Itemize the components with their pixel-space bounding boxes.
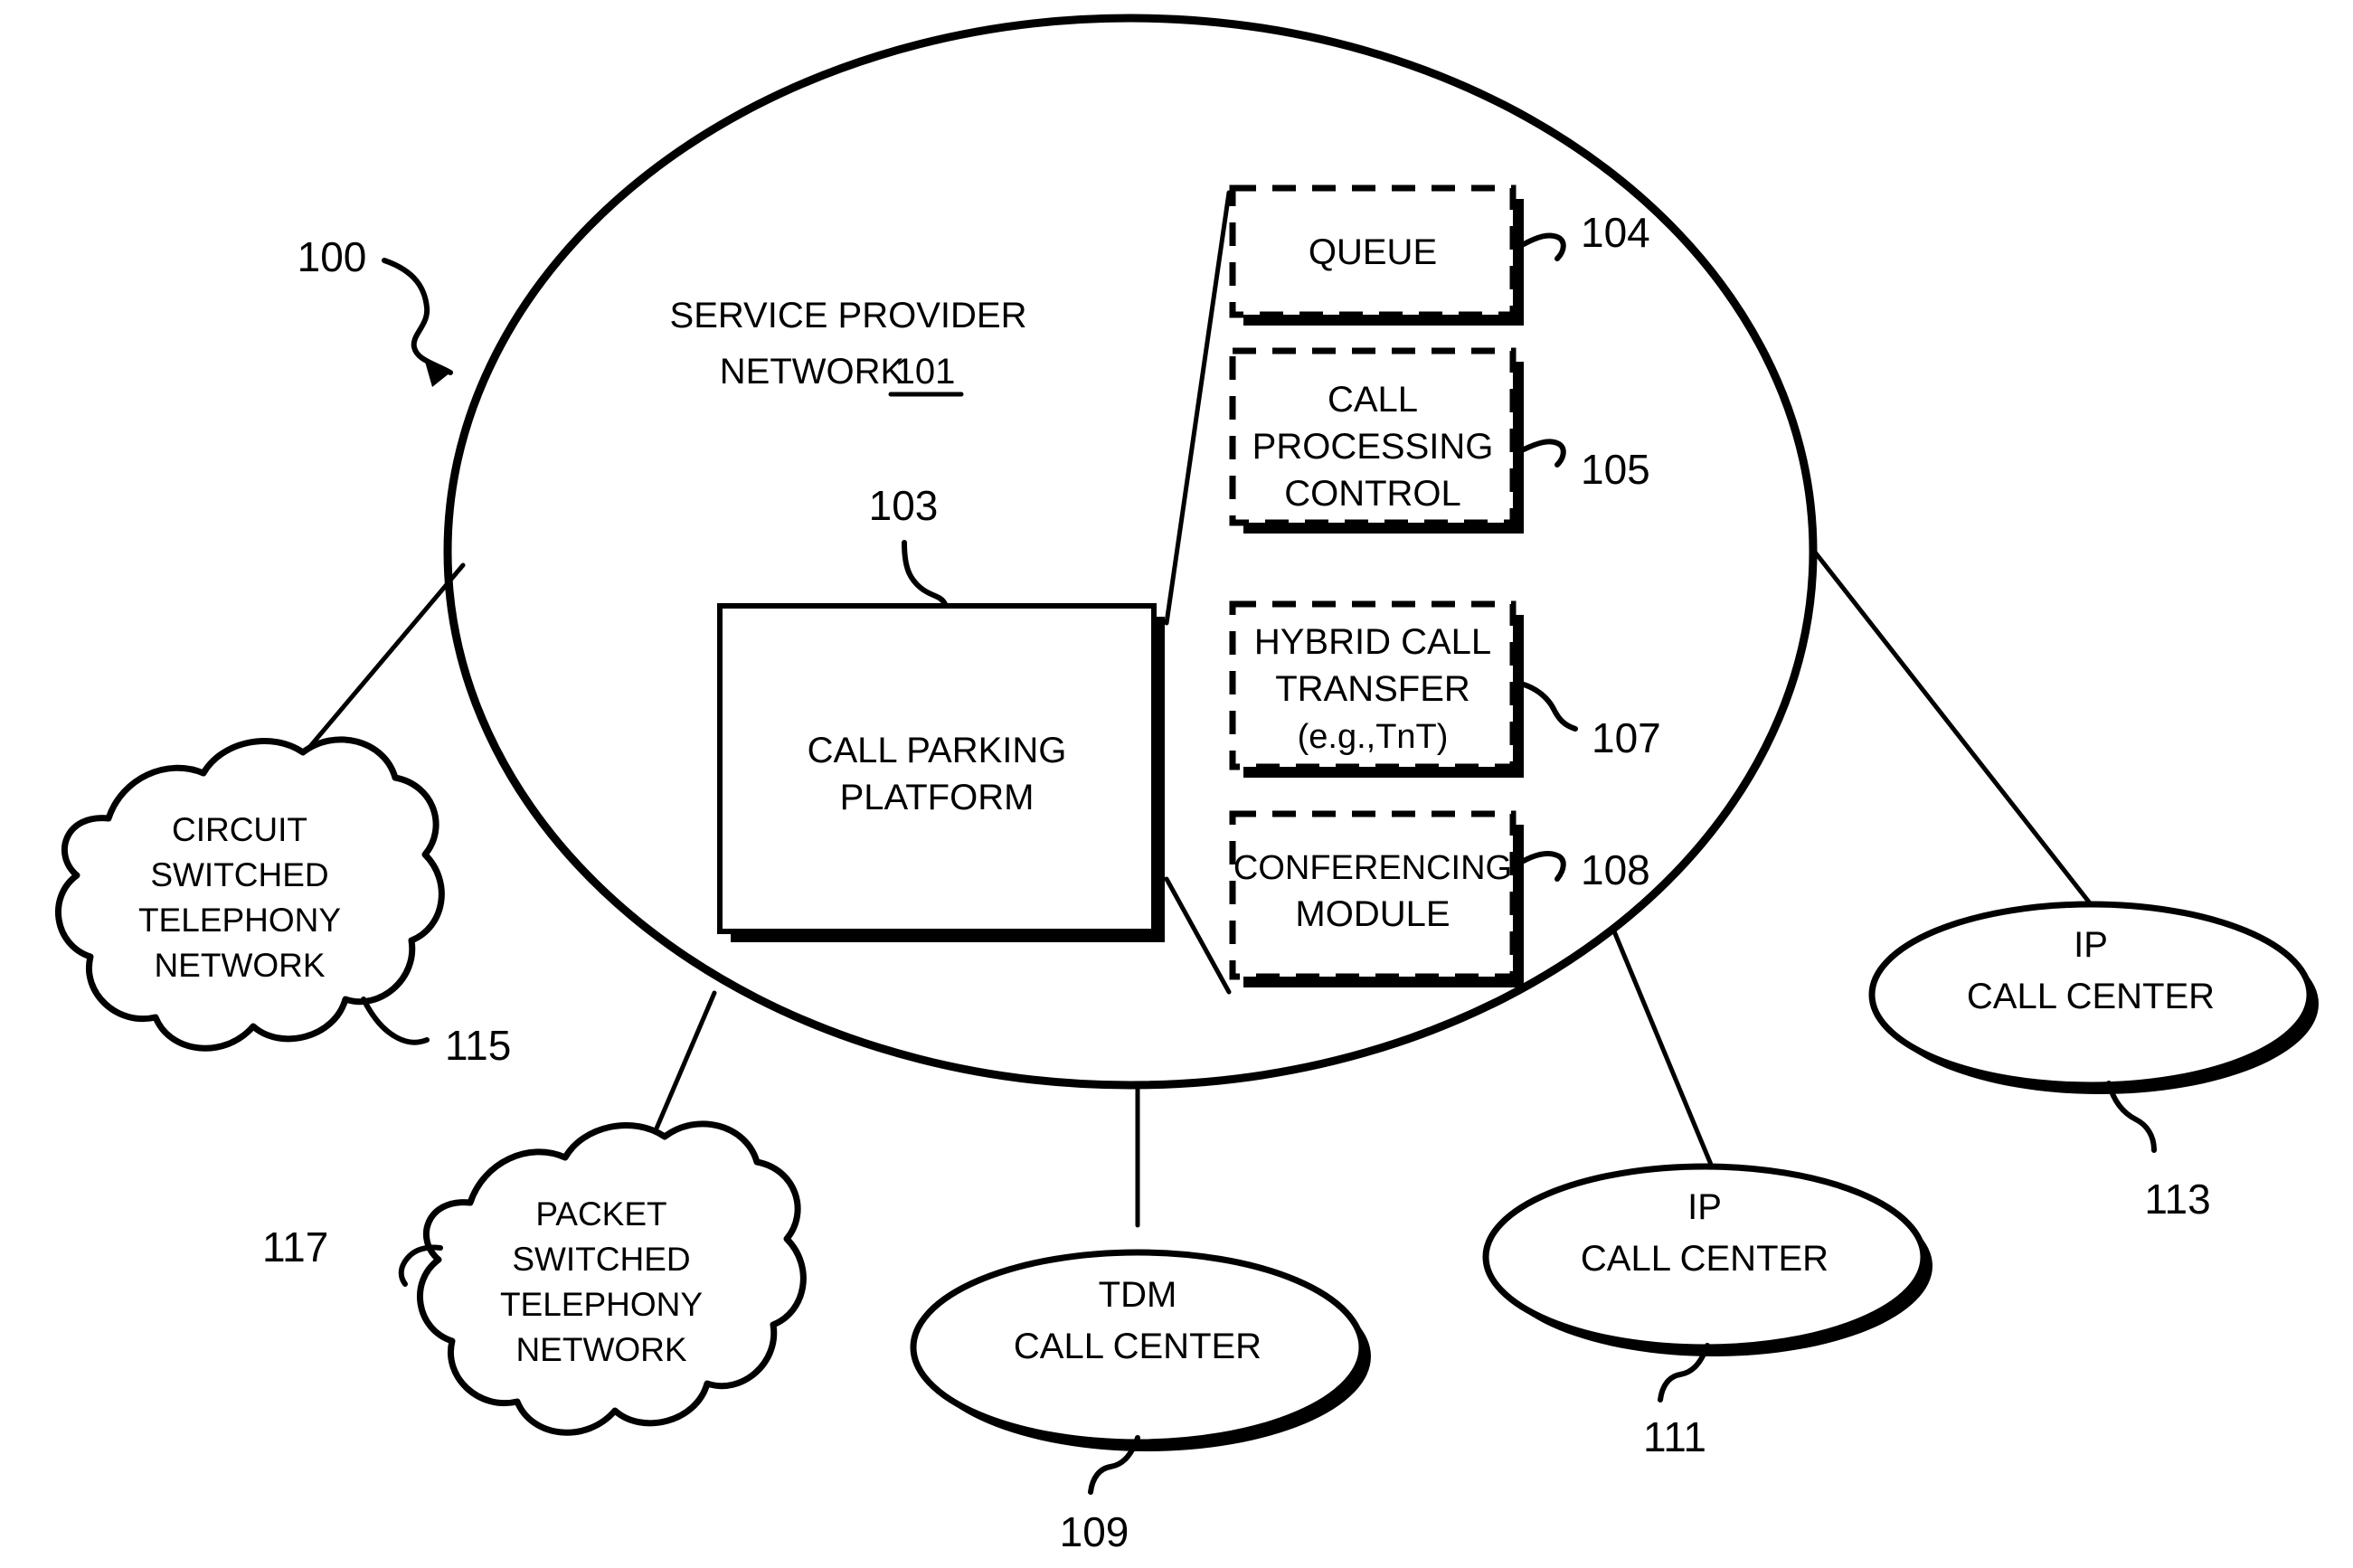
ip-call-center-111-label-line1: IP [1687, 1187, 1722, 1227]
packet-cloud-label-line1: PACKET [535, 1195, 666, 1233]
hybrid-call-transfer-ref-label: 107 [1592, 714, 1661, 761]
ip-call-center-113-label-line2: CALL CENTER [1967, 977, 2215, 1016]
link-network-to-ip-call-center-113 [1810, 547, 2093, 907]
circuit-cloud-label-line2: SWITCHED [150, 856, 328, 893]
tdm-call-center-ref-label: 109 [1060, 1508, 1129, 1555]
network-title-ref: 101 [895, 352, 956, 392]
ip-call-center-113-ref-label: 113 [2144, 1176, 2210, 1223]
packet-cloud-label-line3: TELEPHONY [500, 1286, 703, 1323]
patent-figure: 100 SERVICE PROVIDER NETWORK 101 CALL PA… [0, 0, 2353, 1568]
ip-call-center-113-label-line1: IP [2074, 925, 2108, 965]
network-diagram-canvas: 100 SERVICE PROVIDER NETWORK 101 CALL PA… [54, 14, 2319, 1555]
packet-switched-telephony-network-cloud [416, 1120, 807, 1436]
call-processing-control-label-line3: CONTROL [1284, 474, 1461, 514]
call-parking-platform-label-line2: PLATFORM [840, 778, 1035, 817]
packet-cloud-ref-label: 117 [262, 1223, 328, 1270]
circuit-cloud-ref-label: 115 [445, 1022, 511, 1069]
circuit-cloud-ref-leader [361, 997, 430, 1045]
circuit-cloud-label-line4: NETWORK [154, 947, 325, 984]
link-network-to-ip-call-center-111 [1611, 929, 1716, 1174]
packet-cloud-label-line2: SWITCHED [512, 1241, 690, 1278]
figure-ref-100-label: 100 [298, 233, 367, 280]
hybrid-call-transfer-label-line2: TRANSFER [1275, 669, 1470, 709]
link-network-to-circuit-cloud [285, 562, 466, 776]
hybrid-call-transfer-label-line3: (e.g.,TnT) [1298, 718, 1449, 756]
figure-ref-100-leader [382, 258, 453, 375]
circuit-switched-telephony-network-cloud [54, 736, 445, 1052]
platform-ref-103-label: 103 [869, 482, 939, 529]
hybrid-call-transfer-label-line1: HYBRID CALL [1254, 622, 1491, 662]
queue-module-ref-label: 104 [1581, 209, 1650, 256]
tdm-call-center-label-line2: CALL CENTER [1014, 1327, 1262, 1366]
ip-call-center-111-label-line2: CALL CENTER [1581, 1239, 1829, 1279]
call-processing-control-label-line1: CALL [1328, 380, 1418, 420]
call-processing-control-ref-label: 105 [1581, 446, 1650, 493]
circuit-cloud-label-line1: CIRCUIT [172, 811, 307, 848]
network-title-line1: SERVICE PROVIDER [670, 296, 1027, 335]
conferencing-module-label-line2: MODULE [1295, 894, 1450, 934]
network-title-line2: NETWORK [720, 352, 905, 392]
packet-cloud-label-line4: NETWORK [515, 1331, 686, 1368]
circuit-cloud-label-line3: TELEPHONY [138, 902, 341, 939]
call-parking-platform-label-line1: CALL PARKING [808, 731, 1067, 770]
conferencing-module-label-line1: CONFERENCING [1233, 849, 1512, 887]
queue-module-label-line1: QUEUE [1309, 232, 1437, 272]
tdm-call-center-label-line1: TDM [1099, 1275, 1177, 1315]
call-processing-control-label-line2: PROCESSING [1252, 427, 1494, 467]
conferencing-module-ref-label: 108 [1581, 846, 1650, 893]
ip-call-center-111-ref-label: 111 [1643, 1413, 1706, 1460]
